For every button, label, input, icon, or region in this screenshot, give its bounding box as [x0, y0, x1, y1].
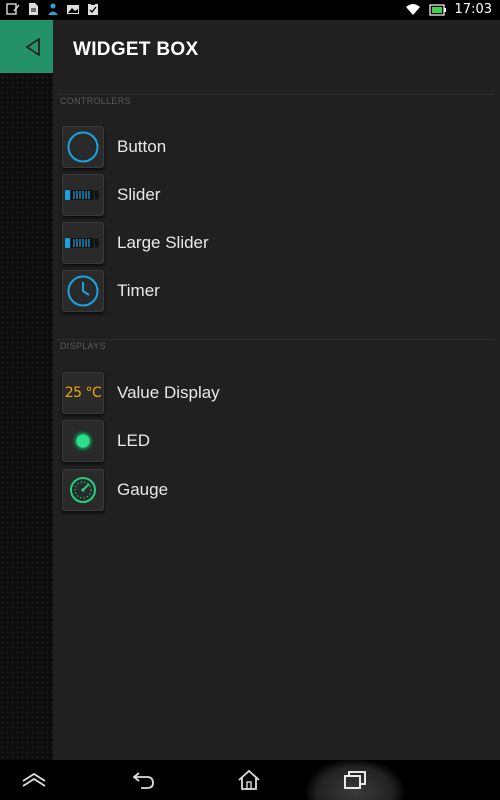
widget-label: Button: [117, 137, 167, 156]
navigation-bar: [0, 760, 500, 800]
image-icon: [67, 5, 79, 14]
wifi-icon: [405, 3, 420, 15]
clock-time: 17:03: [454, 2, 492, 17]
widget-item-large-slider[interactable]: Large Slider: [62, 222, 482, 264]
notes-icon: [6, 3, 20, 15]
widget-item-led[interactable]: LED: [62, 420, 482, 462]
background-app-canvas: [0, 20, 53, 760]
section-label-controllers: CONTROLLERS: [60, 96, 131, 106]
widget-label: Value Display: [117, 383, 220, 402]
triangle-back-icon[interactable]: [25, 38, 41, 56]
widget-item-button[interactable]: Button: [62, 126, 482, 168]
recents-icon: [344, 771, 366, 789]
button-circle-icon: [62, 126, 104, 168]
person-icon: [48, 3, 58, 15]
status-bar: 17:03: [0, 0, 500, 20]
battery-icon: [428, 3, 446, 16]
widget-label: Slider: [117, 185, 161, 204]
value-display-icon-text: 25 °C: [64, 385, 102, 401]
section-label-displays: DISPLAYS: [60, 341, 106, 351]
widget-item-timer[interactable]: Timer: [62, 270, 482, 312]
notification-icons: [6, 2, 100, 16]
hide-keyboard-icon: [22, 772, 46, 787]
widget-label: Timer: [117, 281, 160, 300]
widget-box-drawer: WIDGET BOX CONTROLLERS Button Slider Lar…: [53, 20, 500, 760]
section-divider: [58, 94, 495, 95]
large-slider-icon: [62, 222, 104, 264]
gauge-icon: [62, 469, 104, 511]
widget-label: Large Slider: [117, 233, 209, 252]
home-button[interactable]: [233, 766, 265, 794]
back-button[interactable]: [128, 766, 160, 794]
slider-icon: [62, 174, 104, 216]
home-icon: [238, 769, 260, 790]
value-display-icon: 25 °C: [62, 372, 104, 414]
clipboard-icon: [88, 3, 98, 15]
section-divider: [58, 339, 495, 340]
file-icon: [29, 3, 38, 15]
led-icon: [62, 420, 104, 462]
widget-label: Gauge: [117, 480, 169, 499]
drawer-title: WIDGET BOX: [73, 39, 199, 60]
hide-keyboard-button[interactable]: [18, 766, 50, 794]
widget-item-value-display[interactable]: 25 °C Value Display: [62, 372, 482, 414]
timer-clock-icon: [62, 270, 104, 312]
widget-item-slider[interactable]: Slider: [62, 174, 482, 216]
widget-label: LED: [117, 431, 151, 450]
back-icon: [132, 772, 154, 789]
widget-item-gauge[interactable]: Gauge: [62, 469, 482, 511]
recents-button[interactable]: [339, 766, 371, 794]
background-app-toolbar: [0, 20, 53, 73]
